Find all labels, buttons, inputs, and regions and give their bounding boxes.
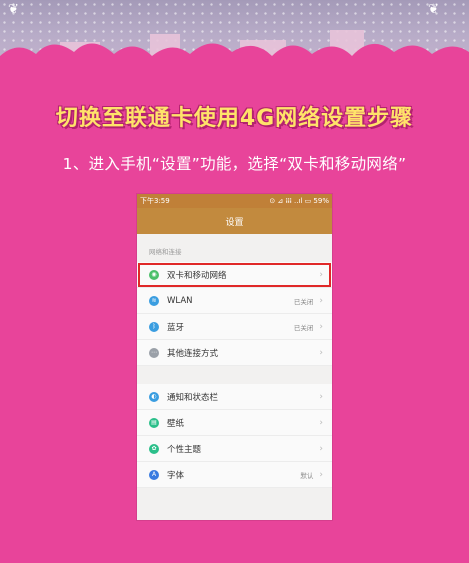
chevron-right-icon: ›: [319, 469, 323, 480]
phone-screenshot: 下午3:59 ⊙ ⊿ 𝍖 ..ıl ▭ 59% 设置 网络和连接 ◉ 双卡和移动…: [137, 194, 332, 520]
row-value: 已关闭: [293, 323, 314, 332]
section-label: 网络和连接: [149, 248, 182, 256]
row-label: 其他连接方式: [167, 348, 219, 359]
row-label: 壁纸: [167, 418, 185, 429]
sim-card-icon: ◉: [149, 269, 159, 280]
wing-icon: ❦: [428, 2, 439, 17]
settings-row-bluetooth[interactable]: ᛒ 蓝牙 已关闭 ›: [137, 314, 332, 340]
settings-row-wallpaper[interactable]: ▤ 壁纸 ›: [137, 410, 332, 436]
wallpaper-icon: ▤: [149, 417, 159, 428]
settings-row-font[interactable]: A 字体 默认 ›: [137, 462, 332, 488]
status-icons: ⊙ ⊿ 𝍖 ..ıl ▭ 59%: [269, 197, 329, 205]
chevron-right-icon: ›: [319, 269, 323, 280]
settings-title: 设置: [225, 217, 244, 228]
chevron-right-icon: ›: [319, 443, 323, 454]
row-value: 默认: [300, 471, 314, 480]
settings-row-notifications[interactable]: ◐ 通知和状态栏 ›: [137, 384, 332, 410]
wing-icon: ❦: [8, 2, 19, 17]
row-label: WLAN: [167, 295, 193, 306]
row-label: 字体: [167, 470, 185, 481]
bluetooth-icon: ᛒ: [149, 321, 159, 332]
step-instruction: 1、进入手机“设置”功能，选择“双卡和移动网络”: [62, 155, 407, 173]
theme-icon: ✿: [149, 443, 159, 454]
header-banner: ❦ ❦: [0, 0, 469, 80]
chevron-right-icon: ›: [319, 295, 323, 306]
settings-row-theme[interactable]: ✿ 个性主题 ›: [137, 436, 332, 462]
notification-icon: ◐: [149, 391, 159, 402]
wifi-icon: ≋: [149, 295, 159, 306]
row-label: 通知和状态栏: [167, 392, 219, 403]
chevron-right-icon: ›: [319, 391, 323, 402]
row-label: 蓝牙: [167, 322, 185, 333]
status-bar: 下午3:59 ⊙ ⊿ 𝍖 ..ıl ▭ 59%: [137, 194, 332, 208]
row-value: 已关闭: [293, 297, 314, 306]
settings-title-bar: 设置: [137, 208, 332, 234]
font-icon: A: [149, 469, 159, 480]
row-label: 双卡和移动网络: [167, 270, 227, 281]
settings-row-other-connections[interactable]: ⋯ 其他连接方式 ›: [137, 340, 332, 366]
settings-row-dual-sim[interactable]: ◉ 双卡和移动网络 ›: [137, 262, 332, 288]
chevron-right-icon: ›: [319, 347, 323, 358]
status-time: 下午3:59: [140, 197, 170, 205]
settings-row-wlan[interactable]: ≋ WLAN 已关闭 ›: [137, 288, 332, 314]
chevron-right-icon: ›: [319, 417, 323, 428]
chevron-right-icon: ›: [319, 321, 323, 332]
page-title: 切换至联通卡使用4G网络设置步骤: [55, 106, 414, 131]
cloud-border: [0, 43, 469, 80]
row-label: 个性主题: [167, 444, 202, 455]
more-connections-icon: ⋯: [149, 347, 159, 358]
